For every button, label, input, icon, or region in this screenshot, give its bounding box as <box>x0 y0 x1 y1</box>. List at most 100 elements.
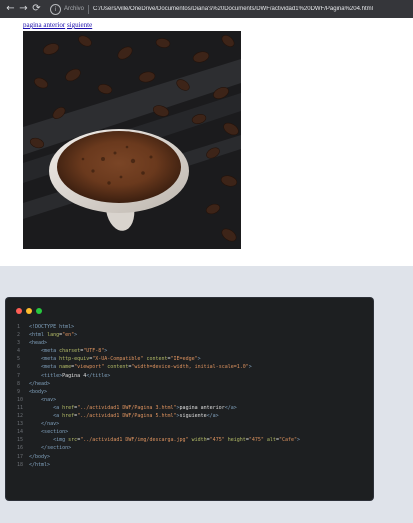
code-token: </a> <box>224 404 237 411</box>
code-token: <head> <box>29 340 48 347</box>
code-token: > <box>74 332 78 339</box>
code-token: > <box>197 356 201 363</box>
code-line: 12 <a href="../actividad1 DWF/Pagina 5.h… <box>17 412 300 420</box>
code-token: siguiente <box>179 413 207 420</box>
code-token: "UTF-8" <box>83 348 105 355</box>
code-token: http-equiv <box>59 356 90 363</box>
info-icon[interactable]: i <box>50 3 61 15</box>
close-dot-icon <box>16 308 22 314</box>
code-line: 16 </section> <box>17 444 300 452</box>
code-token: "width=device-width, initial-scale=1.0" <box>131 364 249 371</box>
code-token: html <box>59 324 72 330</box>
code-token: "../actividad1 DWF/Pagina 5.html" <box>77 413 177 420</box>
code-line: 10 <nav> <box>17 396 300 404</box>
line-number: 18 <box>17 461 24 468</box>
line-number: 9 <box>17 388 21 395</box>
page-nav: pagina anterior siguiente <box>23 21 92 30</box>
line-number: 10 <box>17 396 24 403</box>
prev-page-link[interactable]: pagina anterior <box>23 21 65 29</box>
arrow-right-icon[interactable]: → <box>18 2 29 16</box>
code-token: "../actividad1 DWF/Pagina 3.html" <box>77 404 177 411</box>
code-token: </head> <box>29 380 51 387</box>
code-token: "Cafe" <box>278 437 298 444</box>
url-separator <box>88 4 90 14</box>
code-token: Pagina 4 <box>62 372 87 379</box>
reload-icon[interactable]: ⟳ <box>31 2 42 16</box>
code-token: <!DOCTYPE <box>29 324 60 330</box>
code-token: <img <box>53 437 69 444</box>
code-token: pagina anterior <box>179 404 225 411</box>
code-line: 18 </html> <box>17 461 300 469</box>
code-token: name <box>59 364 72 371</box>
line-number: 4 <box>17 348 21 355</box>
code-token: > <box>248 364 252 371</box>
code-line: 1 <!DOCTYPE html> <box>17 323 300 331</box>
code-line: 17 </body> <box>17 453 300 461</box>
code-token: </section> <box>41 445 72 452</box>
code-token: <meta <box>41 364 60 371</box>
line-number: 13 <box>17 421 24 428</box>
code-token: </a> <box>206 413 219 420</box>
code-line: 4 <meta charset="UTF-8"> <box>17 347 300 355</box>
code-line: 3 <head> <box>17 339 300 347</box>
code-token: </title> <box>86 372 111 379</box>
window-controls <box>16 308 46 314</box>
code-window: 1 <!DOCTYPE html> 2 <html lang="en"> 3 <head>… <box>6 298 373 500</box>
line-number: 16 <box>17 445 24 452</box>
code-token: <html <box>29 332 48 339</box>
code-token: alt <box>266 437 276 444</box>
code-token: > <box>297 437 301 444</box>
browser-toolbar: ← → ⟳ i Archivo C:/Users/ville/OneDrive/… <box>0 0 413 18</box>
line-number: 17 <box>17 453 24 460</box>
code-token: </nav> <box>41 421 60 428</box>
code-token: "X-UA-Compatible" <box>92 356 144 363</box>
coffee-photo <box>23 31 241 249</box>
code-line: 8 </head> <box>17 380 300 388</box>
code-token: "viewport" <box>74 364 105 371</box>
code-token: content <box>146 356 168 363</box>
line-number: 12 <box>17 413 24 420</box>
code-token: "IE=edge" <box>170 356 198 363</box>
code-token: "../actividad1 DWF/img/descarga.jpg" <box>80 437 189 444</box>
code-line: 5 <meta http-equiv="X-UA-Compatible" con… <box>17 355 300 363</box>
code-line: 7 <title>Pagina 4</title> <box>17 372 300 380</box>
code-token: height <box>227 437 246 444</box>
code-token: "en" <box>62 332 75 339</box>
next-page-link[interactable]: siguiente <box>67 21 92 29</box>
code-token: <title> <box>41 372 63 379</box>
maximize-dot-icon <box>36 308 42 314</box>
url-scheme-label: Archivo <box>64 6 85 12</box>
code-token: "475" <box>248 437 264 444</box>
minimize-dot-icon <box>26 308 32 314</box>
code-line: 13 </nav> <box>17 420 300 428</box>
code-token: "475" <box>209 437 225 444</box>
arrow-left-icon[interactable]: ← <box>5 2 16 16</box>
code-token: <section> <box>41 429 69 436</box>
line-number: 3 <box>17 340 21 347</box>
line-number: 1 <box>17 324 21 330</box>
code-token: <a <box>53 404 63 411</box>
address-bar[interactable]: C:/Users/ville/OneDrive/Documentos/Diana… <box>93 6 413 12</box>
code-token: href <box>62 404 75 411</box>
code-line: 6 <meta name="viewport" content="width=d… <box>17 363 300 371</box>
code-token: href <box>62 413 75 420</box>
code-line: 14 <section> <box>17 428 300 436</box>
code-token: lang <box>47 332 60 339</box>
code-token: <meta <box>41 348 60 355</box>
code-token: content <box>107 364 129 371</box>
line-number: 2 <box>17 332 21 339</box>
line-number: 5 <box>17 356 21 363</box>
code-token: <nav> <box>41 396 57 403</box>
code-token: > <box>104 348 108 355</box>
code-token: src <box>68 437 78 444</box>
